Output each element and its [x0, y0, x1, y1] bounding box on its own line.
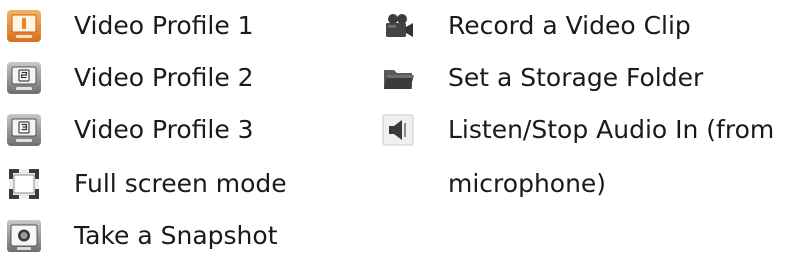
video-profile-2-button[interactable]: Video Profile 2	[6, 58, 254, 98]
speaker-icon	[382, 114, 414, 146]
listen-audio-label-continuation: microphone)	[448, 169, 607, 198]
listen-audio-button[interactable]: Listen/Stop Audio In (from	[380, 110, 774, 150]
record-video-button[interactable]: Record a Video Clip	[380, 6, 691, 46]
video-profile-1-button[interactable]: Video Profile 1	[6, 6, 254, 46]
folder-icon	[384, 70, 414, 89]
listen-audio-label: Listen/Stop Audio In (from	[448, 115, 775, 144]
video-profile-3-label: Video Profile 3	[74, 115, 254, 144]
snapshot-button[interactable]: Take a Snapshot	[6, 216, 278, 256]
video-camera-icon	[386, 14, 413, 37]
storage-folder-label: Set a Storage Folder	[448, 63, 704, 92]
video-profile-1-label: Video Profile 1	[74, 11, 254, 40]
storage-folder-button[interactable]: Set a Storage Folder	[380, 58, 703, 98]
snapshot-label: Take a Snapshot	[74, 221, 278, 250]
video-profile-1-icon	[7, 10, 41, 42]
fullscreen-icon	[9, 169, 39, 199]
video-profile-2-label: Video Profile 2	[74, 63, 254, 92]
fullscreen-label: Full screen mode	[74, 169, 287, 198]
video-profile-3-button[interactable]: Video Profile 3	[6, 110, 254, 150]
video-profile-2-icon	[7, 62, 41, 94]
camera-icon	[7, 220, 41, 252]
record-video-label: Record a Video Clip	[448, 11, 691, 40]
video-profile-3-icon	[7, 114, 41, 146]
fullscreen-button[interactable]: Full screen mode	[6, 164, 287, 204]
